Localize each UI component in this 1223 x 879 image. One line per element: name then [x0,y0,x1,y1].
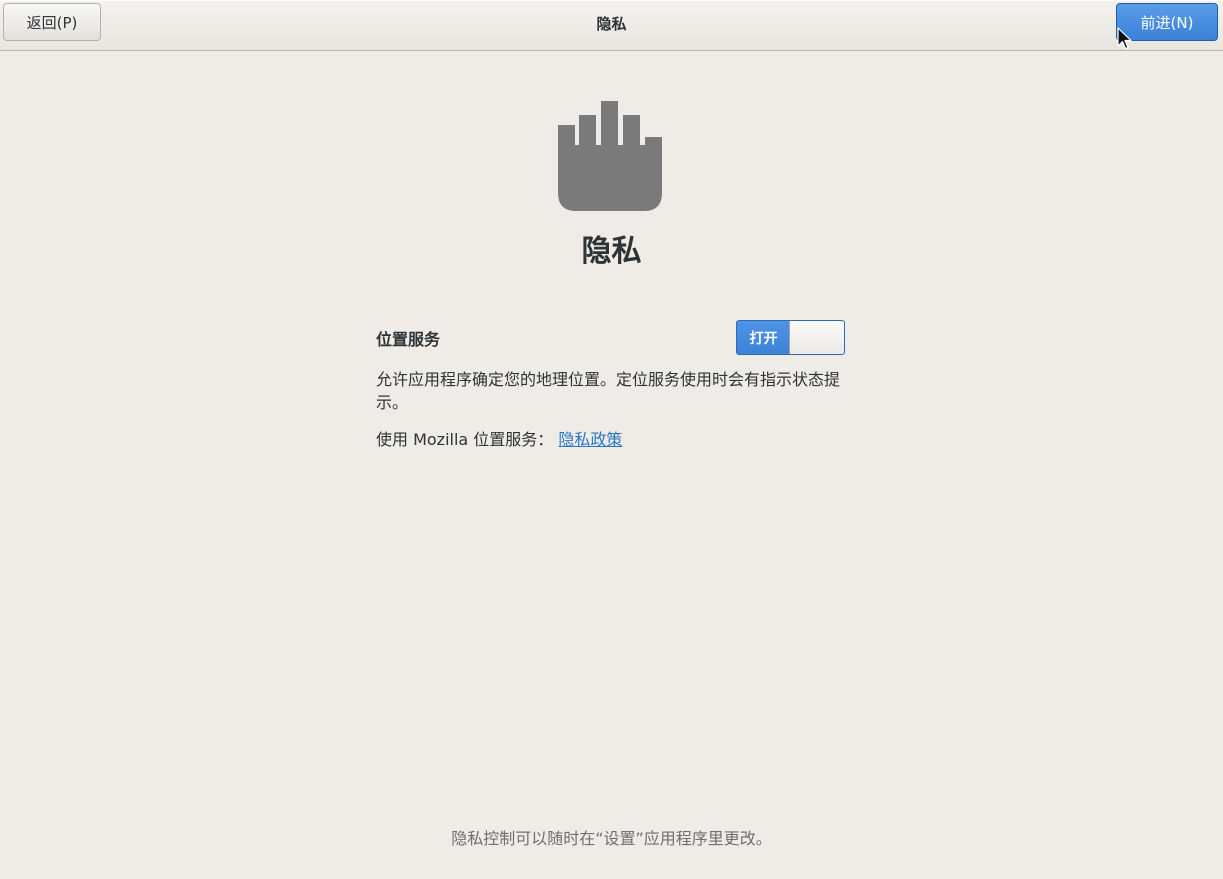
switch-knob[interactable] [789,321,844,354]
location-services-switch[interactable]: 打开 [736,320,845,355]
header-bar: 隐私 返回(P) 前进(N) [0,0,1223,51]
footer-note: 隐私控制可以随时在“设置”应用程序里更改。 [451,829,772,848]
switch-state-label: 打开 [749,330,778,347]
privacy-policy-link[interactable]: 隐私政策 [558,430,622,449]
hand-icon [558,101,662,211]
mozilla-service-text: 使用 Mozilla 位置服务： [376,430,554,449]
mozilla-service-line: 使用 Mozilla 位置服务： 隐私政策 [376,428,622,451]
page-title: 隐私 [581,234,642,269]
location-services-label: 位置服务 [376,330,441,349]
mouse-pointer-icon [1117,27,1132,50]
location-services-description: 允许应用程序确定您的地理位置。定位服务使用时会有指示状态提示。 [376,370,841,412]
window-title: 隐私 [596,14,627,33]
back-button[interactable]: 返回(P) [3,3,101,41]
